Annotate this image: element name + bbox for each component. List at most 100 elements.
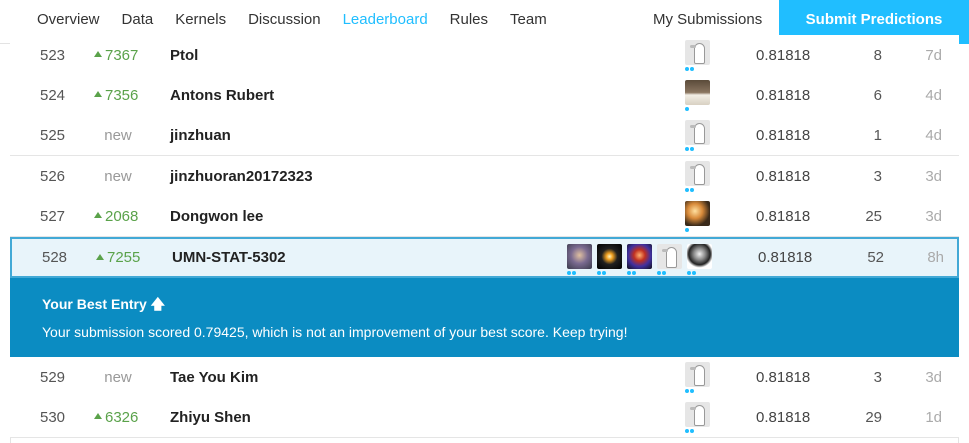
last-submission-cell: 3d — [925, 368, 942, 386]
entries-cell: 1 — [873, 126, 882, 144]
rank-change-cell: 2068 — [94, 196, 154, 236]
triangle-up-icon — [94, 413, 102, 419]
entries-cell: 6 — [873, 86, 882, 104]
best-entry-banner: Your Best Entry 🡅 Your submission scored… — [10, 278, 959, 357]
team-members — [680, 402, 710, 433]
rank-change-cell: new — [100, 156, 136, 196]
member-avatar[interactable] — [687, 244, 712, 275]
team-members — [680, 40, 710, 71]
goose-avatar-icon[interactable] — [685, 362, 710, 393]
last-submission-cell: 1d — [925, 408, 942, 426]
rank-cell: 529 — [40, 368, 66, 386]
team-name[interactable]: Ptol — [170, 35, 198, 75]
team-name[interactable]: jinzhuan — [170, 115, 231, 155]
entries-cell: 3 — [873, 368, 882, 386]
entries-cell: 52 — [867, 249, 884, 266]
entries-cell: 25 — [865, 207, 882, 225]
goose-avatar-icon[interactable] — [685, 161, 710, 192]
member-avatar[interactable] — [627, 244, 652, 275]
rank-change-value: 7356 — [105, 86, 139, 104]
member-avatar[interactable] — [685, 80, 710, 111]
rank-change-cell: 7367 — [94, 35, 154, 75]
best-entry-title-text: Your Best Entry — [42, 296, 147, 312]
rank-cell: 526 — [40, 167, 66, 185]
rank-change-value: new — [104, 126, 132, 144]
table-row[interactable]: 523 7367 Ptol 0.81818 8 7d — [10, 35, 959, 76]
arrow-up-icon: 🡅 — [150, 296, 166, 312]
triangle-up-icon — [96, 253, 104, 260]
tier-dots — [687, 271, 697, 275]
last-submission-cell: 7d — [925, 46, 942, 64]
my-submissions-link[interactable]: My Submissions — [653, 0, 762, 40]
best-entry-message: Your submission scored 0.79425, which is… — [42, 324, 628, 340]
last-submission-cell: 4d — [925, 126, 942, 144]
table-row[interactable]: 524 7356 Antons Rubert 0.81818 6 4d — [10, 75, 959, 116]
score-cell: 0.81818 — [756, 86, 811, 104]
table-row[interactable]: 526 new jinzhuoran20172323 0.81818 3 3d — [10, 156, 959, 197]
rank-change-value: 2068 — [105, 207, 139, 225]
tier-dots — [685, 429, 695, 433]
table-row[interactable]: 530 6326 Zhiyu Shen 0.81818 29 1d — [10, 397, 959, 438]
goose-avatar-icon[interactable] — [685, 120, 710, 151]
rank-change-cell: 7255 — [96, 239, 156, 276]
team-members — [680, 362, 710, 393]
member-avatar[interactable] — [597, 244, 622, 275]
team-members — [680, 161, 710, 192]
tier-dots — [685, 228, 690, 232]
table-row[interactable]: 529 new Tae You Kim 0.81818 3 3d — [10, 357, 959, 398]
rank-cell: 527 — [40, 207, 66, 225]
rank-cell: 524 — [40, 86, 66, 104]
tier-dots — [685, 67, 695, 71]
table-row[interactable]: 525 new jinzhuan 0.81818 1 4d — [10, 115, 959, 156]
score-cell: 0.81818 — [758, 249, 813, 266]
score-cell: 0.81818 — [756, 408, 811, 426]
triangle-up-icon — [94, 51, 102, 57]
rank-cell: 525 — [40, 126, 66, 144]
score-cell: 0.81818 — [756, 46, 811, 64]
team-name[interactable]: Zhiyu Shen — [170, 397, 251, 437]
team-name[interactable]: Dongwon lee — [170, 196, 263, 236]
goose-avatar-icon[interactable] — [657, 244, 682, 275]
last-submission-cell: 8h — [927, 249, 944, 266]
team-name[interactable]: Antons Rubert — [170, 75, 274, 115]
rank-change-value: 6326 — [105, 408, 139, 426]
team-members — [680, 80, 710, 111]
rank-cell: 530 — [40, 408, 66, 426]
rank-change-value: 7367 — [105, 46, 139, 64]
score-cell: 0.81818 — [756, 167, 811, 185]
score-cell: 0.81818 — [756, 126, 811, 144]
entries-cell: 29 — [865, 408, 882, 426]
team-members — [680, 120, 710, 151]
member-avatar[interactable] — [685, 201, 710, 232]
goose-avatar-icon[interactable] — [685, 40, 710, 71]
last-submission-cell: 3d — [925, 207, 942, 225]
team-name[interactable]: Tae You Kim — [170, 357, 258, 397]
tier-dots — [567, 271, 577, 275]
last-submission-cell: 4d — [925, 86, 942, 104]
entries-cell: 3 — [873, 167, 882, 185]
table-row-current-team[interactable]: 528 7255 UMN-STAT-5302 0.81818 52 8h — [10, 237, 959, 278]
team-name[interactable]: jinzhuoran20172323 — [170, 156, 313, 196]
team-members — [680, 201, 710, 232]
tier-dots — [685, 107, 690, 111]
goose-avatar-icon[interactable] — [685, 402, 710, 433]
member-avatar[interactable] — [567, 244, 592, 275]
rank-change-value: new — [104, 368, 132, 386]
rank-change-value: new — [104, 167, 132, 185]
team-name[interactable]: UMN-STAT-5302 — [172, 239, 286, 276]
team-members — [562, 244, 712, 275]
tier-dots — [685, 188, 695, 192]
triangle-up-icon — [94, 212, 102, 218]
tier-dots — [627, 271, 637, 275]
rank-change-cell: 7356 — [94, 75, 154, 115]
tier-dots — [597, 271, 607, 275]
score-cell: 0.81818 — [756, 207, 811, 225]
table-row[interactable]: 527 2068 Dongwon lee 0.81818 25 3d — [10, 196, 959, 237]
rank-cell: 523 — [40, 46, 66, 64]
entries-cell: 8 — [873, 46, 882, 64]
tier-dots — [657, 271, 667, 275]
score-cell: 0.81818 — [756, 368, 811, 386]
tier-dots — [685, 389, 695, 393]
rank-cell: 528 — [42, 249, 68, 266]
last-submission-cell: 3d — [925, 167, 942, 185]
